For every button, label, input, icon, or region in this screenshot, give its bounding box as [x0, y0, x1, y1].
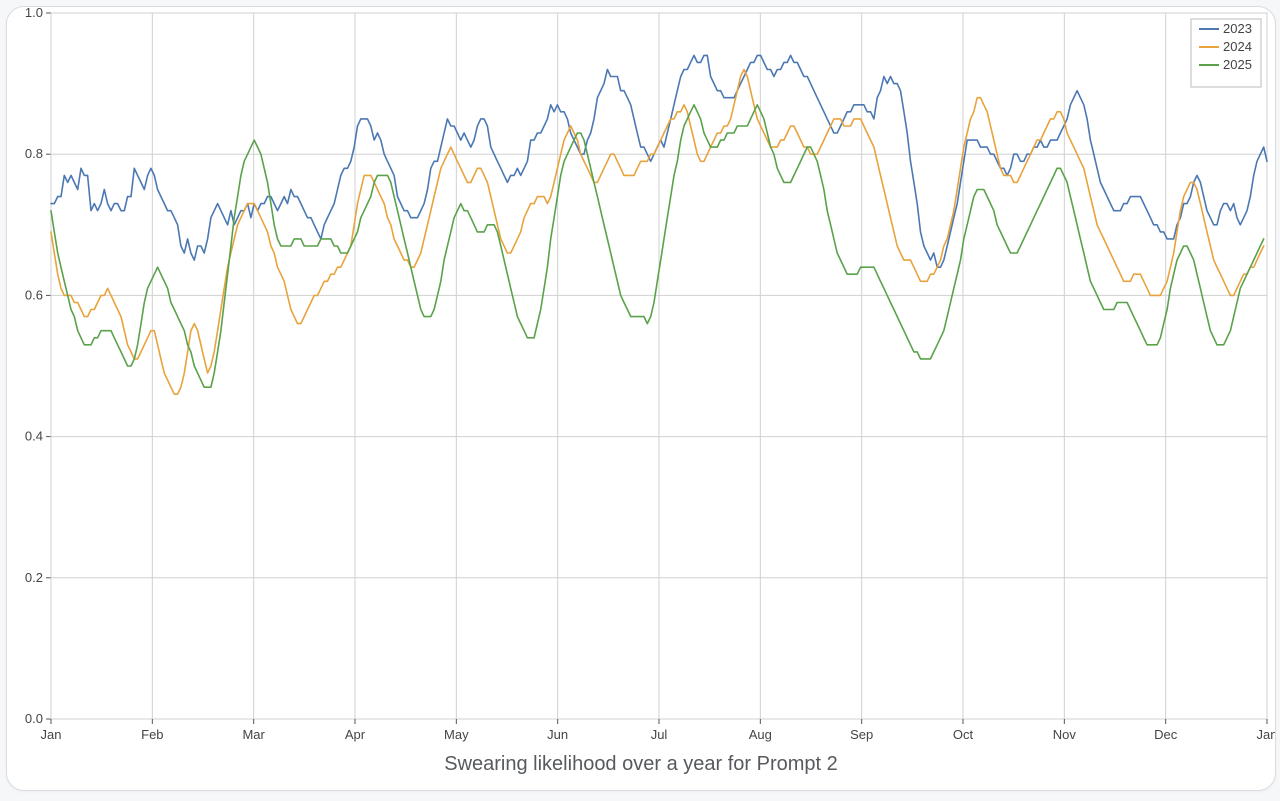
svg-text:0.2: 0.2 [25, 570, 43, 585]
svg-text:Sep: Sep [850, 727, 873, 742]
svg-text:2024: 2024 [1223, 39, 1252, 54]
svg-text:Jan: Jan [41, 727, 62, 742]
svg-text:1.0: 1.0 [25, 7, 43, 20]
svg-text:Apr: Apr [345, 727, 366, 742]
svg-text:Jul: Jul [651, 727, 668, 742]
svg-text:Oct: Oct [953, 727, 974, 742]
svg-text:Feb: Feb [141, 727, 163, 742]
chart-card: 0.0 0.2 0.4 0.6 0.8 1.0 Jan Feb Mar Apr May Jun Jul A… [6, 6, 1276, 791]
svg-text:Jan: Jan [1257, 727, 1275, 742]
svg-text:0.8: 0.8 [25, 146, 43, 161]
svg-text:0.0: 0.0 [25, 711, 43, 726]
svg-text:2025: 2025 [1223, 57, 1252, 72]
chart-caption: Swearing likelihood over a year for Prom… [7, 753, 1275, 776]
svg-text:Dec: Dec [1154, 727, 1178, 742]
svg-text:0.6: 0.6 [25, 287, 43, 302]
svg-text:Jun: Jun [547, 727, 568, 742]
svg-text:Aug: Aug [749, 727, 772, 742]
svg-text:May: May [444, 727, 469, 742]
svg-text:2023: 2023 [1223, 21, 1252, 36]
svg-text:Nov: Nov [1053, 727, 1077, 742]
svg-text:0.4: 0.4 [25, 429, 43, 444]
svg-text:Mar: Mar [242, 727, 265, 742]
line-chart: 0.0 0.2 0.4 0.6 0.8 1.0 Jan Feb Mar Apr May Jun Jul A… [7, 7, 1275, 749]
